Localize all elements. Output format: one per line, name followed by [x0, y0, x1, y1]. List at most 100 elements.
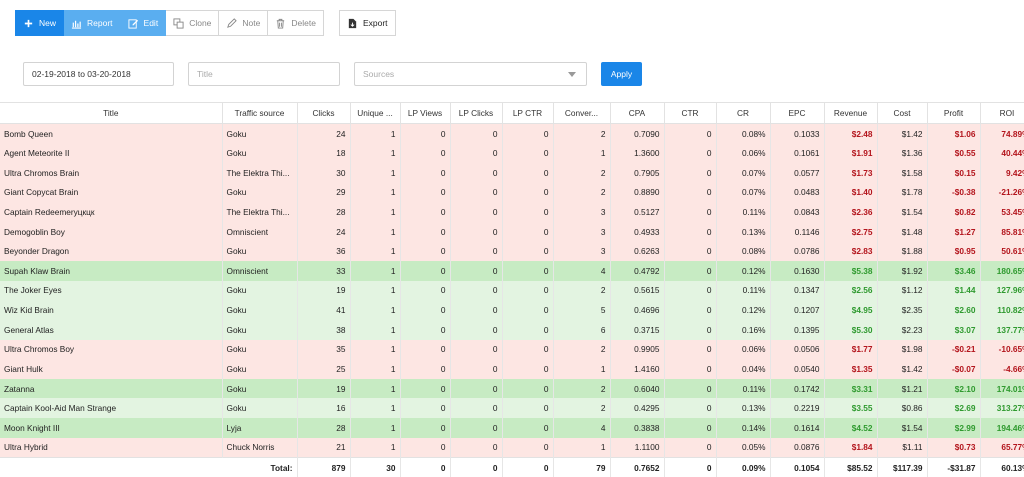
- table-cell: Bomb Queen: [0, 124, 222, 144]
- table-cell: 41: [297, 300, 350, 320]
- table-cell: Giant Hulk: [0, 359, 222, 379]
- table-cell: 1: [350, 261, 400, 281]
- column-header[interactable]: Traffic source: [222, 103, 297, 124]
- table-cell: 53.45%: [980, 202, 1024, 222]
- table-cell: 0: [450, 143, 502, 163]
- apply-button[interactable]: Apply: [601, 62, 642, 86]
- table-cell: 0: [664, 300, 716, 320]
- table-row[interactable]: Giant Copycat BrainGoku29100020.889000.0…: [0, 182, 1024, 202]
- total-cell: 879: [297, 457, 350, 477]
- table-cell: 3: [553, 241, 610, 261]
- table-cell: 6: [553, 320, 610, 340]
- table-cell: 0.5615: [610, 281, 664, 301]
- table-row[interactable]: Demogoblin BoyOmniscient24100030.493300.…: [0, 222, 1024, 242]
- export-button[interactable]: Export: [339, 10, 396, 36]
- table-cell: Goku: [222, 398, 297, 418]
- column-header[interactable]: Profit: [927, 103, 980, 124]
- table-cell: General Atlas: [0, 320, 222, 340]
- table-cell: Goku: [222, 281, 297, 301]
- table-cell: 110.82%: [980, 300, 1024, 320]
- table-cell: 0: [450, 398, 502, 418]
- table-cell: 28: [297, 202, 350, 222]
- table-cell: 0: [400, 281, 450, 301]
- column-header[interactable]: CR: [716, 103, 770, 124]
- table-row[interactable]: Ultra Chromos BrainThe Elektra Thi...301…: [0, 163, 1024, 183]
- clone-button[interactable]: Clone: [166, 10, 219, 36]
- table-row[interactable]: Moon Knight IIILyja28100040.383800.14%0.…: [0, 418, 1024, 438]
- table-cell: 0: [502, 281, 553, 301]
- table-cell: 0: [400, 379, 450, 399]
- table-row[interactable]: Giant HulkGoku25100011.416000.04%0.0540$…: [0, 359, 1024, 379]
- table-cell: 0: [450, 340, 502, 360]
- note-button[interactable]: Note: [219, 10, 268, 36]
- column-header[interactable]: Clicks: [297, 103, 350, 124]
- table-cell: 50.61%: [980, 241, 1024, 261]
- table-cell: -$0.21: [927, 340, 980, 360]
- clone-icon: [173, 18, 184, 29]
- table-row[interactable]: ZatannaGoku19100020.604000.11%0.1742$3.3…: [0, 379, 1024, 399]
- table-row[interactable]: Supah Klaw BrainOmniscient33100040.47920…: [0, 261, 1024, 281]
- column-header[interactable]: Title: [0, 103, 222, 124]
- report-button[interactable]: Report: [64, 10, 121, 36]
- column-header[interactable]: ROI: [980, 103, 1024, 124]
- table-cell: 0.0577: [770, 163, 824, 183]
- date-range-input[interactable]: 02-19-2018 to 03-20-2018: [23, 62, 174, 86]
- table-cell: 0: [502, 438, 553, 458]
- table-cell: 0.9905: [610, 340, 664, 360]
- table-row[interactable]: Wiz Kid BrainGoku41100050.469600.12%0.12…: [0, 300, 1024, 320]
- table-cell: 21: [297, 438, 350, 458]
- table-row[interactable]: Captain Kool-Aid Man StrangeGoku16100020…: [0, 398, 1024, 418]
- table-row[interactable]: Ultra HybridChuck Norris21100011.110000.…: [0, 438, 1024, 458]
- table-row[interactable]: Agent Meteorite IIGoku18100011.360000.06…: [0, 143, 1024, 163]
- column-header[interactable]: Unique ...: [350, 103, 400, 124]
- table-cell: 0: [664, 340, 716, 360]
- table-cell: 0: [664, 143, 716, 163]
- column-header[interactable]: LP Views: [400, 103, 450, 124]
- table-row[interactable]: The Joker EyesGoku19100020.561500.11%0.1…: [0, 281, 1024, 301]
- column-header[interactable]: CTR: [664, 103, 716, 124]
- table-cell: Demogoblin Boy: [0, 222, 222, 242]
- table-cell: $1.92: [877, 261, 927, 281]
- table-row[interactable]: Beyonder DragonGoku36100030.626300.08%0.…: [0, 241, 1024, 261]
- table-cell: 0: [450, 182, 502, 202]
- table-cell: 0: [664, 438, 716, 458]
- table-row[interactable]: General AtlasGoku38100060.371500.16%0.13…: [0, 320, 1024, 340]
- total-cell: 60.13%: [980, 457, 1024, 477]
- table-cell: 0: [664, 202, 716, 222]
- table-cell: 0: [400, 182, 450, 202]
- edit-button[interactable]: Edit: [121, 10, 167, 36]
- delete-button[interactable]: Delete: [268, 10, 324, 36]
- table-cell: 0: [502, 202, 553, 222]
- column-header[interactable]: Revenue: [824, 103, 877, 124]
- column-header[interactable]: LP Clicks: [450, 103, 502, 124]
- table-row[interactable]: Bomb QueenGoku24100020.709000.08%0.1033$…: [0, 124, 1024, 144]
- column-header[interactable]: Cost: [877, 103, 927, 124]
- table-cell: 0.7090: [610, 124, 664, 144]
- table-cell: 3: [553, 202, 610, 222]
- table-cell: 0: [502, 340, 553, 360]
- new-button[interactable]: New: [15, 10, 64, 36]
- chevron-down-icon[interactable]: [568, 72, 576, 77]
- table-cell: 0: [450, 281, 502, 301]
- table-cell: 2: [553, 163, 610, 183]
- table-cell: $1.12: [877, 281, 927, 301]
- table-cell: 2: [553, 379, 610, 399]
- column-header[interactable]: EPC: [770, 103, 824, 124]
- trash-icon: [275, 18, 286, 29]
- column-header[interactable]: CPA: [610, 103, 664, 124]
- table-cell: $1.11: [877, 438, 927, 458]
- title-filter-input[interactable]: Title: [188, 62, 340, 86]
- table-row[interactable]: Ultra Chromos BoyGoku35100020.990500.06%…: [0, 340, 1024, 360]
- column-header[interactable]: LP CTR: [502, 103, 553, 124]
- table-cell: 0: [502, 261, 553, 281]
- total-cell: 0.7652: [610, 457, 664, 477]
- table-row[interactable]: Captain RedeemerуцкцкThe Elektra Thi...2…: [0, 202, 1024, 222]
- table-cell: 1: [350, 182, 400, 202]
- table-cell: 16: [297, 398, 350, 418]
- sources-select[interactable]: Sources: [354, 62, 587, 86]
- table-cell: 0: [400, 340, 450, 360]
- column-header[interactable]: Conver...: [553, 103, 610, 124]
- table-cell: 1: [553, 143, 610, 163]
- table-cell: 3: [553, 222, 610, 242]
- table-cell: 0: [400, 124, 450, 144]
